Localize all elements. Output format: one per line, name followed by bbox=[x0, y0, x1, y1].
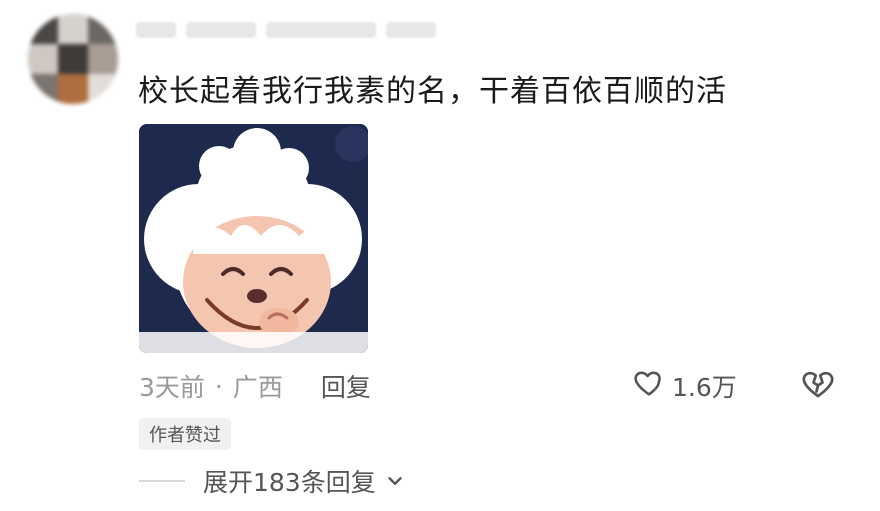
lamb-cartoon-sticker bbox=[139, 124, 368, 353]
sticker-image[interactable] bbox=[139, 124, 368, 353]
dislike-button[interactable] bbox=[800, 366, 836, 406]
comment-meta-row: 3天前 · 广西 回复 bbox=[139, 366, 849, 406]
reply-button[interactable]: 回复 bbox=[321, 368, 371, 404]
like-count: 1.6万 bbox=[672, 373, 737, 402]
like-button[interactable]: 1.6万 bbox=[632, 366, 737, 406]
comment-time: 3天前 bbox=[139, 373, 205, 402]
username-blurred[interactable] bbox=[136, 16, 456, 44]
heart-outline-icon bbox=[632, 366, 666, 406]
chevron-down-icon bbox=[384, 470, 406, 492]
meta-separator: · bbox=[214, 371, 223, 401]
divider-line bbox=[139, 480, 185, 482]
comment-location: 广西 bbox=[232, 373, 283, 402]
broken-heart-outline-icon bbox=[800, 366, 836, 406]
comment-text: 校长起着我行我素的名，干着百依百顺的活 bbox=[138, 74, 727, 109]
expand-replies-button[interactable]: 展开183条回复 bbox=[139, 462, 406, 500]
expand-replies-label: 展开183条回复 bbox=[203, 468, 376, 497]
avatar[interactable] bbox=[28, 14, 118, 104]
author-liked-badge: 作者赞过 bbox=[139, 418, 231, 450]
